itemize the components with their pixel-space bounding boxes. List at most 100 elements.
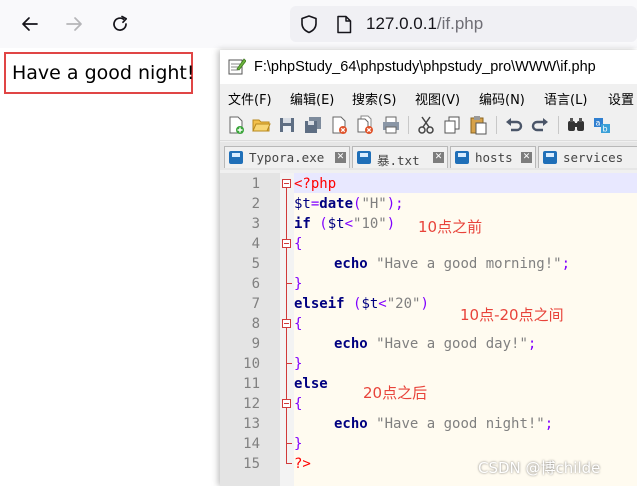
code-token: "Have a good night!" (376, 416, 545, 432)
menu-settings[interactable]: 设置 (608, 89, 634, 108)
code-token: { (294, 316, 303, 332)
url-path: /if.php (436, 14, 484, 33)
code-line-2: $t=date("H"); (294, 194, 404, 214)
line-number: 12 (243, 396, 260, 412)
line-number: 3 (251, 216, 260, 232)
code-token: echo (334, 416, 368, 432)
code-line-6: } (294, 274, 302, 294)
fold-end-marker (286, 283, 292, 284)
address-bar[interactable]: 127.0.0.1/if.php (290, 6, 637, 42)
shield-icon[interactable] (300, 14, 318, 34)
save-icon[interactable] (277, 115, 297, 135)
line-number: 14 (243, 436, 260, 452)
tab-typora[interactable]: Typora.exe ✕ (224, 146, 350, 168)
line-number-gutter: 1 2 3 4 5 6 7 8 9 10 11 12 13 14 15 (220, 173, 280, 486)
save-state-icon (229, 151, 243, 164)
tab-label: Typora.exe (249, 150, 325, 165)
close-all-icon[interactable] (355, 115, 375, 135)
editor-window: F:\phpStudy_64\phpstudy\phpstudy_pro\WWW… (220, 50, 637, 486)
toolbar-separator (558, 116, 559, 134)
fold-toggle-icon[interactable] (282, 239, 291, 248)
print-icon[interactable] (381, 115, 401, 135)
code-line-14: } (294, 434, 302, 454)
menu-language[interactable]: 语言(L) (544, 89, 587, 108)
code-token: < (378, 296, 387, 312)
line-number: 4 (251, 236, 260, 252)
tab-label: hosts (475, 150, 513, 165)
fold-end-marker (286, 363, 292, 364)
code-line-12: { (294, 394, 302, 414)
fold-end-marker (286, 443, 292, 444)
php-close-tag: ?> (294, 456, 311, 472)
fold-margin (280, 173, 294, 486)
code-token: elseif (294, 296, 345, 312)
find-icon[interactable] (566, 115, 586, 135)
back-arrow-icon (22, 17, 38, 31)
code-token: ); (386, 196, 404, 212)
code-token: ) (420, 296, 429, 312)
browser-toolbar: 127.0.0.1/if.php (0, 0, 637, 48)
save-state-icon (357, 151, 371, 164)
editor-title: F:\phpStudy_64\phpstudy\phpstudy_pro\WWW… (254, 59, 596, 75)
line-number: 8 (251, 316, 260, 332)
tab-close-icon[interactable]: ✕ (335, 152, 346, 163)
current-line-highlight (294, 173, 637, 193)
menu-encoding[interactable]: 编码(N) (479, 89, 525, 108)
reload-button[interactable] (106, 10, 134, 38)
code-line-11: else (294, 374, 328, 394)
cut-icon[interactable] (416, 115, 436, 135)
code-token: } (294, 276, 303, 292)
line-number: 2 (251, 196, 260, 212)
save-state-icon (455, 151, 469, 164)
fold-toggle-icon[interactable] (282, 319, 291, 328)
code-line-8: { (294, 314, 302, 334)
code-token: echo (334, 336, 368, 352)
code-line-9: echo "Have a good day!"; (294, 334, 536, 354)
annotation-before-10: 10点之前 (418, 218, 483, 236)
tab-label: services (563, 150, 624, 165)
undo-icon[interactable] (504, 115, 524, 135)
menu-file[interactable]: 文件(F) (228, 89, 272, 108)
code-token: $t (327, 216, 345, 232)
notepad-app-icon (228, 58, 246, 75)
redo-icon[interactable] (530, 115, 550, 135)
menu-edit[interactable]: 编辑(E) (290, 89, 334, 108)
close-icon[interactable] (329, 115, 349, 135)
code-token: echo (334, 256, 368, 272)
toolbar-separator (408, 116, 409, 134)
tab-services[interactable]: services (538, 146, 637, 168)
editor-title-bar: F:\phpStudy_64\phpstudy\phpstudy_pro\WWW… (220, 50, 637, 84)
forward-button[interactable] (60, 10, 88, 38)
tab-hosts[interactable]: hosts ✕ (450, 146, 536, 168)
back-button[interactable] (16, 10, 44, 38)
replace-icon[interactable]: ab (592, 115, 612, 135)
code-token: < (344, 216, 354, 232)
code-token: "Have a good day!" (376, 336, 528, 352)
tab-label: 暴.txt (377, 153, 420, 168)
editor-toolbar: ab (220, 110, 637, 141)
paste-icon[interactable] (468, 115, 488, 135)
copy-icon[interactable] (442, 115, 462, 135)
code-token: "10" (353, 216, 387, 232)
code-token: ; (544, 416, 554, 432)
url-text[interactable]: 127.0.0.1/if.php (366, 14, 483, 34)
code-line-15: ?> (294, 454, 311, 474)
line-number: 5 (251, 256, 260, 272)
php-open-tag: <?php (294, 176, 337, 192)
menu-view[interactable]: 视图(V) (415, 89, 460, 108)
fold-toggle-icon[interactable] (282, 399, 291, 408)
forward-arrow-icon (66, 17, 82, 31)
open-file-icon[interactable] (251, 115, 271, 135)
save-all-icon[interactable] (303, 115, 323, 135)
new-file-icon[interactable] (226, 115, 246, 135)
code-token: $t (361, 296, 379, 312)
menu-search[interactable]: 搜索(S) (352, 89, 396, 108)
fold-toggle-icon[interactable] (282, 179, 291, 188)
code-editor[interactable]: 1 2 3 4 5 6 7 8 9 10 11 12 13 14 15 <?ph (220, 173, 637, 486)
tab-close-icon[interactable]: ✕ (521, 152, 532, 163)
tab-close-icon[interactable]: ✕ (433, 152, 444, 163)
tab-bao-txt[interactable]: 暴.txt ✕ (352, 146, 448, 168)
page-icon[interactable] (336, 15, 352, 34)
code-token: "20" (386, 296, 421, 312)
code-token: ) (386, 216, 396, 232)
